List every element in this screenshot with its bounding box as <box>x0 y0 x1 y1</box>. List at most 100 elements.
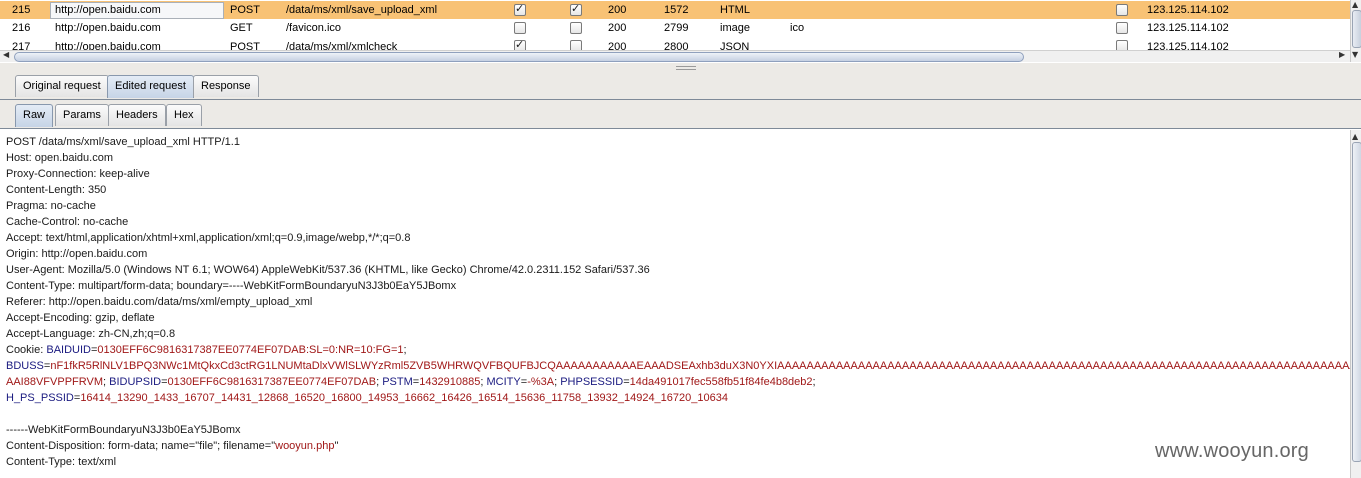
row-number: 217 <box>12 41 31 50</box>
scroll-thumb[interactable] <box>1352 10 1361 48</box>
multipart-boundary: ------WebKitFormBoundaryuN3J3b0EaY5JBomx <box>6 424 241 436</box>
row-ip: 123.125.114.102 <box>1147 22 1229 34</box>
cookie-value: 1432910885 <box>419 376 481 388</box>
cookie-line: AAI88VFVPPFRVM; BIDUPSID=0130EFF6C981631… <box>6 376 816 388</box>
scroll-left-icon[interactable]: ◀ <box>3 50 9 59</box>
header-line: Referer: http://open.baidu.com/data/ms/x… <box>6 296 313 308</box>
row-method: GET <box>230 22 253 34</box>
header-line: Cache-Control: no-cache <box>6 216 129 228</box>
row-mime: image <box>720 22 750 34</box>
row-host: http://open.baidu.com <box>55 4 161 16</box>
horizontal-scrollbar[interactable]: ◀ ▶ <box>0 50 1350 62</box>
cookie-key: BDUSS <box>6 360 44 372</box>
cookie-key: BIDUPSID <box>109 376 162 388</box>
row-length: 2799 <box>664 22 689 34</box>
watermark-text: www.wooyun.org <box>1155 440 1309 462</box>
message-tab-bar: Original request Edited request Response <box>0 71 1361 100</box>
tab-bar-border <box>0 128 1361 129</box>
request-line: POST /data/ms/xml/save_upload_xml HTTP/1… <box>6 136 240 148</box>
row-mime: HTML <box>720 4 750 16</box>
row-host: http://open.baidu.com <box>55 22 161 34</box>
cookie-label: Cookie: <box>6 344 47 356</box>
row-status: 200 <box>608 41 627 50</box>
cookie-key: H_PS_PSSID <box>6 392 74 404</box>
header-line: Content-Type: multipart/form-data; bound… <box>6 280 457 292</box>
header-line: User-Agent: Mozilla/5.0 (Windows NT 6.1;… <box>6 264 650 276</box>
row-url: /favicon.ico <box>286 22 342 34</box>
edited-checkbox[interactable] <box>570 2 582 16</box>
row-status: 200 <box>608 22 627 34</box>
edited-checkbox[interactable] <box>570 22 582 34</box>
tab-response[interactable]: Response <box>193 75 259 97</box>
params-checkbox[interactable] <box>514 22 526 34</box>
comment-checkbox[interactable] <box>1116 40 1128 50</box>
cookie-value: 14da491017fec558fb51f84fe4b8deb2 <box>629 376 813 388</box>
table-row[interactable]: 217 http://open.baidu.com POST /data/ms/… <box>0 37 1350 50</box>
row-number: 215 <box>12 4 31 16</box>
header-line: Accept-Language: zh-CN,zh;q=0.8 <box>6 328 176 340</box>
cookie-value: AAI88VFVPPFRVM <box>6 376 103 388</box>
cookie-key: MCITY <box>486 376 521 388</box>
header-line: Host: open.baidu.com <box>6 152 114 164</box>
cookie-key: PSTM <box>382 376 413 388</box>
header-line: Accept-Encoding: gzip, deflate <box>6 312 155 324</box>
proxy-history-table[interactable]: 215 http://open.baidu.com POST /data/ms/… <box>0 0 1361 66</box>
edited-checkbox[interactable] <box>570 40 582 50</box>
split-pane-divider[interactable] <box>0 63 1361 71</box>
tab-edited-request[interactable]: Edited request <box>107 75 194 98</box>
row-extension: ico <box>790 22 805 34</box>
cookie-value: 0130EFF6C9816317387EE0774EF07DAB <box>167 376 377 388</box>
content-type-line: Content-Type: text/xml <box>6 456 117 468</box>
header-line: Proxy-Connection: keep-alive <box>6 168 150 180</box>
params-checkbox[interactable] <box>514 2 526 16</box>
content-disposition-line: Content-Disposition: form-data; name="fi… <box>6 440 339 452</box>
row-url: /data/ms/xml/xmlcheck <box>286 41 398 50</box>
cookie-value: 16414_13290_1433_16707_14431_12868_16520… <box>80 392 728 404</box>
comment-checkbox[interactable] <box>1116 22 1128 34</box>
cookie-value: 0130EFF6C9816317387EE0774EF07DAB:SL=0:NR… <box>97 344 404 356</box>
cookie-line: H_PS_PSSID=16414_13290_1433_16707_14431_… <box>6 392 728 404</box>
scroll-up-icon[interactable]: ▲ <box>1352 0 1358 9</box>
drag-handle-icon[interactable] <box>676 66 696 70</box>
params-checkbox[interactable] <box>514 38 526 50</box>
tab-hex[interactable]: Hex <box>166 104 202 126</box>
header-line: Content-Length: 350 <box>6 184 107 196</box>
scroll-thumb[interactable] <box>14 52 1024 62</box>
scroll-up-icon[interactable]: ▲ <box>1352 132 1358 141</box>
row-method: POST <box>230 41 260 50</box>
scroll-right-icon[interactable]: ▶ <box>1339 50 1345 59</box>
cookie-value: nF1fkR5RlNLV1BPQ3NWc1MtQkxCd3ctRG1LNUMta… <box>50 360 1361 372</box>
row-url: /data/ms/xml/save_upload_xml <box>286 4 438 16</box>
cookie-key: BAIDUID <box>46 344 91 356</box>
row-length: 2800 <box>664 41 689 50</box>
cookie-value: -%3A <box>527 376 555 388</box>
tab-params[interactable]: Params <box>55 104 109 126</box>
tab-headers[interactable]: Headers <box>108 104 166 126</box>
row-mime: JSON <box>720 41 750 50</box>
cookie-line: Cookie: BAIDUID=0130EFF6C9816317387EE077… <box>6 344 407 356</box>
scroll-down-icon[interactable]: ▼ <box>1352 50 1358 59</box>
row-ip: 123.125.114.102 <box>1147 41 1229 50</box>
view-tab-bar: Raw Params Headers Hex <box>0 100 1361 129</box>
cookie-line: BDUSS=nF1fkR5RlNLV1BPQ3NWc1MtQkxCd3ctRG1… <box>6 359 1361 373</box>
header-line: Accept: text/html,application/xhtml+xml,… <box>6 232 411 244</box>
row-ip: 123.125.114.102 <box>1147 4 1229 16</box>
tab-original-request[interactable]: Original request <box>15 75 109 97</box>
header-line: Origin: http://open.baidu.com <box>6 248 148 260</box>
row-method: POST <box>230 4 260 16</box>
row-host: http://open.baidu.com <box>55 41 161 50</box>
cookie-key: PHPSESSID <box>560 376 624 388</box>
scroll-thumb[interactable] <box>1352 142 1361 462</box>
upload-filename: wooyun.php <box>275 440 335 452</box>
editor-vertical-scrollbar[interactable]: ▲ <box>1350 130 1361 478</box>
comment-checkbox[interactable] <box>1116 4 1128 16</box>
tab-raw[interactable]: Raw <box>15 104 54 127</box>
table-row[interactable]: 216 http://open.baidu.com GET /favicon.i… <box>0 19 1350 37</box>
row-length: 1572 <box>664 4 689 16</box>
row-number: 216 <box>12 22 31 34</box>
table-vertical-scrollbar[interactable]: ▲ ▼ <box>1350 0 1361 62</box>
header-line: Pragma: no-cache <box>6 200 96 212</box>
raw-request-editor[interactable]: POST /data/ms/xml/save_upload_xml HTTP/1… <box>0 130 1361 478</box>
table-row[interactable]: 215 http://open.baidu.com POST /data/ms/… <box>0 1 1350 19</box>
row-status: 200 <box>608 4 627 16</box>
